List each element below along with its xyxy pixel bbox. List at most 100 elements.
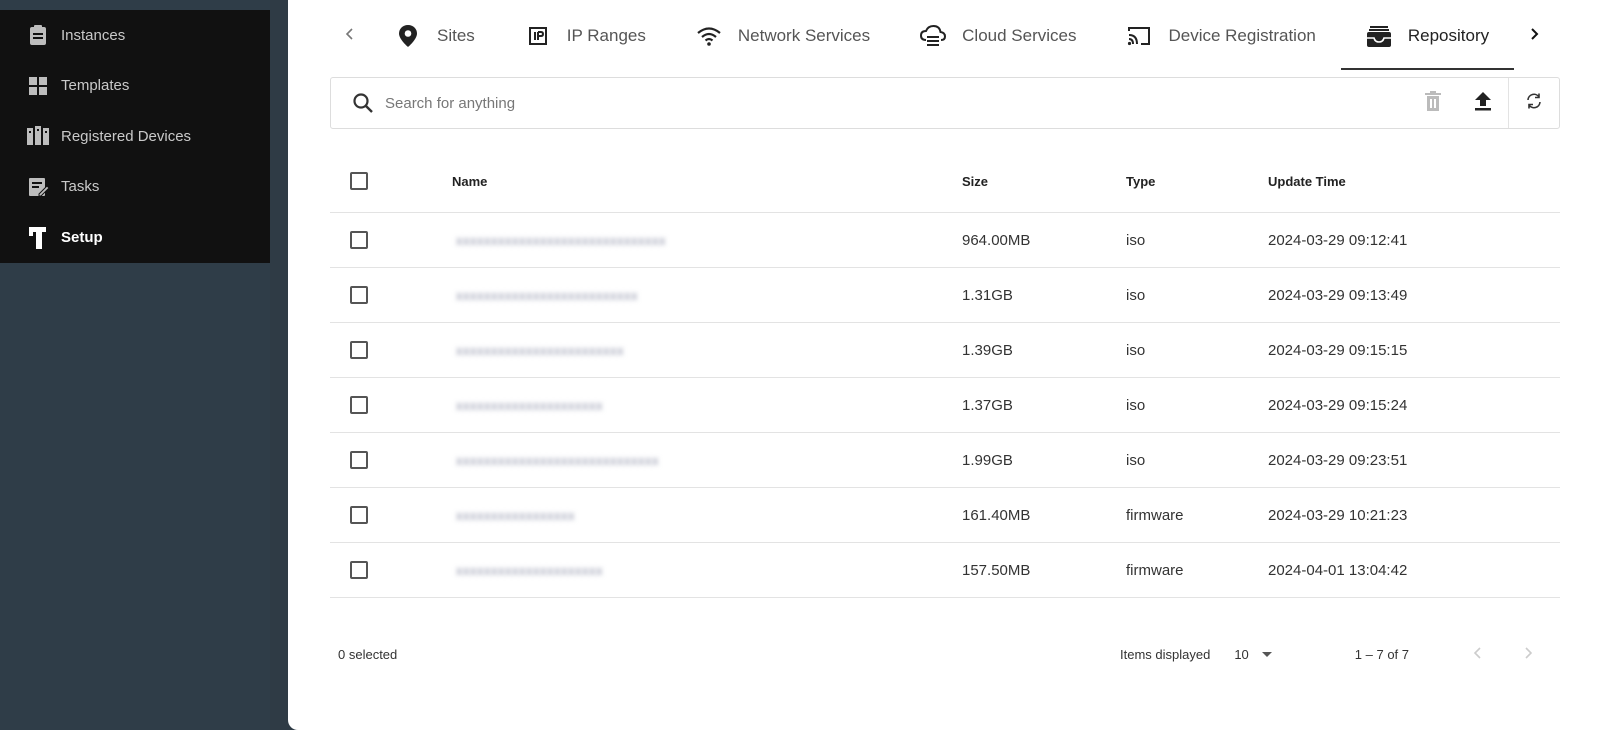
tab-ip-ranges[interactable]: IP Ranges	[500, 0, 671, 72]
repository-table: Name Size Type Update Time xxxxxxxxxxxxx…	[330, 150, 1560, 598]
update-time: 2024-04-01 13:04:42	[1268, 561, 1408, 579]
file-name: xxxxxxxxxxxxxxxxxxxxxxxxxxxxx	[456, 452, 659, 468]
location-pin-icon	[395, 23, 421, 49]
update-time: 2024-03-29 09:15:24	[1268, 396, 1408, 414]
column-header-update-time[interactable]: Update Time	[1268, 174, 1560, 189]
clipboard-icon	[26, 23, 50, 47]
update-time: 2024-03-29 09:23:51	[1268, 451, 1408, 469]
tab-device-registration[interactable]: Device Registration	[1101, 0, 1340, 72]
column-header-name[interactable]: Name	[452, 174, 962, 189]
sidebar-item-instances[interactable]: Instances	[0, 10, 270, 61]
cast-icon	[1126, 23, 1152, 49]
file-size: 1.37GB	[962, 396, 1013, 414]
table-row[interactable]: xxxxxxxxxxxxxxxxx 161.40MB firmware 2024…	[330, 488, 1560, 543]
file-size: 964.00MB	[962, 231, 1031, 249]
table-header: Name Size Type Update Time	[330, 150, 1560, 213]
row-checkbox[interactable]	[350, 561, 368, 579]
previous-page-button[interactable]	[1453, 634, 1503, 674]
tab-network-services[interactable]: Network Services	[671, 0, 895, 72]
page-size-select[interactable]: 10	[1234, 647, 1284, 662]
row-checkbox[interactable]	[350, 396, 368, 414]
tab-label: Device Registration	[1168, 26, 1316, 45]
file-type: iso	[1126, 396, 1146, 414]
tab-scroll-right-button[interactable]	[1514, 0, 1554, 72]
search-bar	[330, 77, 1560, 129]
refresh-icon	[1525, 92, 1543, 115]
tab-scroll-left-button[interactable]	[330, 0, 370, 72]
devices-icon	[26, 124, 50, 148]
sidebar-item-setup[interactable]: Setup	[0, 212, 270, 263]
sidebar-item-tasks[interactable]: Tasks	[0, 162, 270, 213]
table-row[interactable]: xxxxxxxxxxxxxxxxxxxxxxxxxxxxxx 964.00MB …	[330, 213, 1560, 268]
file-type: firmware	[1126, 561, 1184, 579]
main-panel: Sites IP Ranges Network Services Cloud S…	[288, 0, 1600, 730]
file-size: 1.39GB	[962, 341, 1013, 359]
delete-button[interactable]	[1408, 78, 1458, 128]
tab-cloud-services[interactable]: Cloud Services	[895, 0, 1101, 72]
file-type: iso	[1126, 286, 1146, 304]
grid-icon	[26, 74, 50, 98]
wifi-icon	[696, 23, 722, 49]
search-input[interactable]	[385, 94, 1408, 112]
tab-label: Network Services	[737, 26, 871, 45]
refresh-button[interactable]	[1509, 78, 1559, 128]
tab-label: Cloud Services	[962, 26, 1077, 45]
file-name: xxxxxxxxxxxxxxxxxxxxxxxxxx	[456, 287, 638, 303]
row-checkbox[interactable]	[350, 451, 368, 469]
tab-sites[interactable]: Sites	[370, 0, 500, 72]
row-checkbox[interactable]	[350, 286, 368, 304]
sidebar-menu: Instances Templates Registered Devices T…	[0, 0, 270, 263]
chevron-right-icon	[1527, 27, 1541, 46]
edit-task-icon	[26, 175, 50, 199]
tab-label: Repository	[1407, 26, 1490, 45]
tab-label: IP Ranges	[566, 26, 646, 45]
file-size: 1.99GB	[962, 451, 1013, 469]
update-time: 2024-03-29 09:12:41	[1268, 231, 1408, 249]
tab-repository[interactable]: Repository	[1340, 0, 1515, 72]
inbox-tray-icon	[1366, 23, 1392, 49]
pagination-range: 1 – 7 of 7	[1354, 646, 1410, 662]
update-time: 2024-03-29 09:13:49	[1268, 286, 1408, 304]
row-checkbox[interactable]	[350, 506, 368, 524]
table-row[interactable]: xxxxxxxxxxxxxxxxxxxxxxxxxxxxx 1.99GB iso…	[330, 433, 1560, 488]
table-row[interactable]: xxxxxxxxxxxxxxxxxxxxx 157.50MB firmware …	[330, 543, 1560, 598]
tab-bar: Sites IP Ranges Network Services Cloud S…	[330, 0, 1570, 72]
sidebar-item-label: Templates	[61, 77, 130, 95]
table-row[interactable]: xxxxxxxxxxxxxxxxxxxxxxxxxx 1.31GB iso 20…	[330, 268, 1560, 323]
selected-count: 0 selected	[338, 646, 398, 662]
table-row[interactable]: xxxxxxxxxxxxxxxxxxxxx 1.37GB iso 2024-03…	[330, 378, 1560, 433]
sidebar-item-label: Tasks	[61, 178, 100, 196]
update-time: 2024-03-29 09:15:15	[1268, 341, 1408, 359]
upload-icon	[1472, 90, 1494, 117]
column-header-type[interactable]: Type	[1126, 174, 1268, 189]
row-checkbox[interactable]	[350, 231, 368, 249]
ip-icon	[525, 23, 551, 49]
sidebar-item-label: Registered Devices	[61, 127, 192, 145]
update-time: 2024-03-29 10:21:23	[1268, 506, 1408, 524]
sidebar-item-label: Instances	[61, 26, 126, 44]
next-page-button[interactable]	[1503, 634, 1553, 674]
table-row[interactable]: xxxxxxxxxxxxxxxxxxxxxxxx 1.39GB iso 2024…	[330, 323, 1560, 378]
file-size: 1.31GB	[962, 286, 1013, 304]
row-checkbox[interactable]	[350, 341, 368, 359]
chevron-right-icon	[1522, 646, 1534, 663]
chevron-left-icon	[343, 27, 357, 46]
cloud-icon	[920, 23, 947, 49]
column-header-size[interactable]: Size	[962, 174, 1126, 189]
page-size-value: 10	[1234, 646, 1249, 662]
file-size: 157.50MB	[962, 561, 1031, 579]
sidebar-item-label: Setup	[61, 228, 103, 246]
file-type: firmware	[1126, 506, 1184, 524]
file-size: 161.40MB	[962, 506, 1031, 524]
table-footer: 0 selected Items displayed 10 1 – 7 of 7	[330, 632, 1560, 676]
file-type: iso	[1126, 451, 1146, 469]
file-name: xxxxxxxxxxxxxxxxxxxxxxxxxxxxxx	[456, 232, 666, 248]
sidebar-item-templates[interactable]: Templates	[0, 61, 270, 112]
file-type: iso	[1126, 341, 1146, 359]
sidebar-item-registered-devices[interactable]: Registered Devices	[0, 111, 270, 162]
select-all-checkbox[interactable]	[350, 172, 368, 190]
brand-logo-icon	[26, 225, 50, 250]
file-name: xxxxxxxxxxxxxxxxxxxxx	[456, 397, 603, 413]
upload-button[interactable]	[1458, 78, 1508, 128]
file-name: xxxxxxxxxxxxxxxxx	[456, 507, 575, 523]
